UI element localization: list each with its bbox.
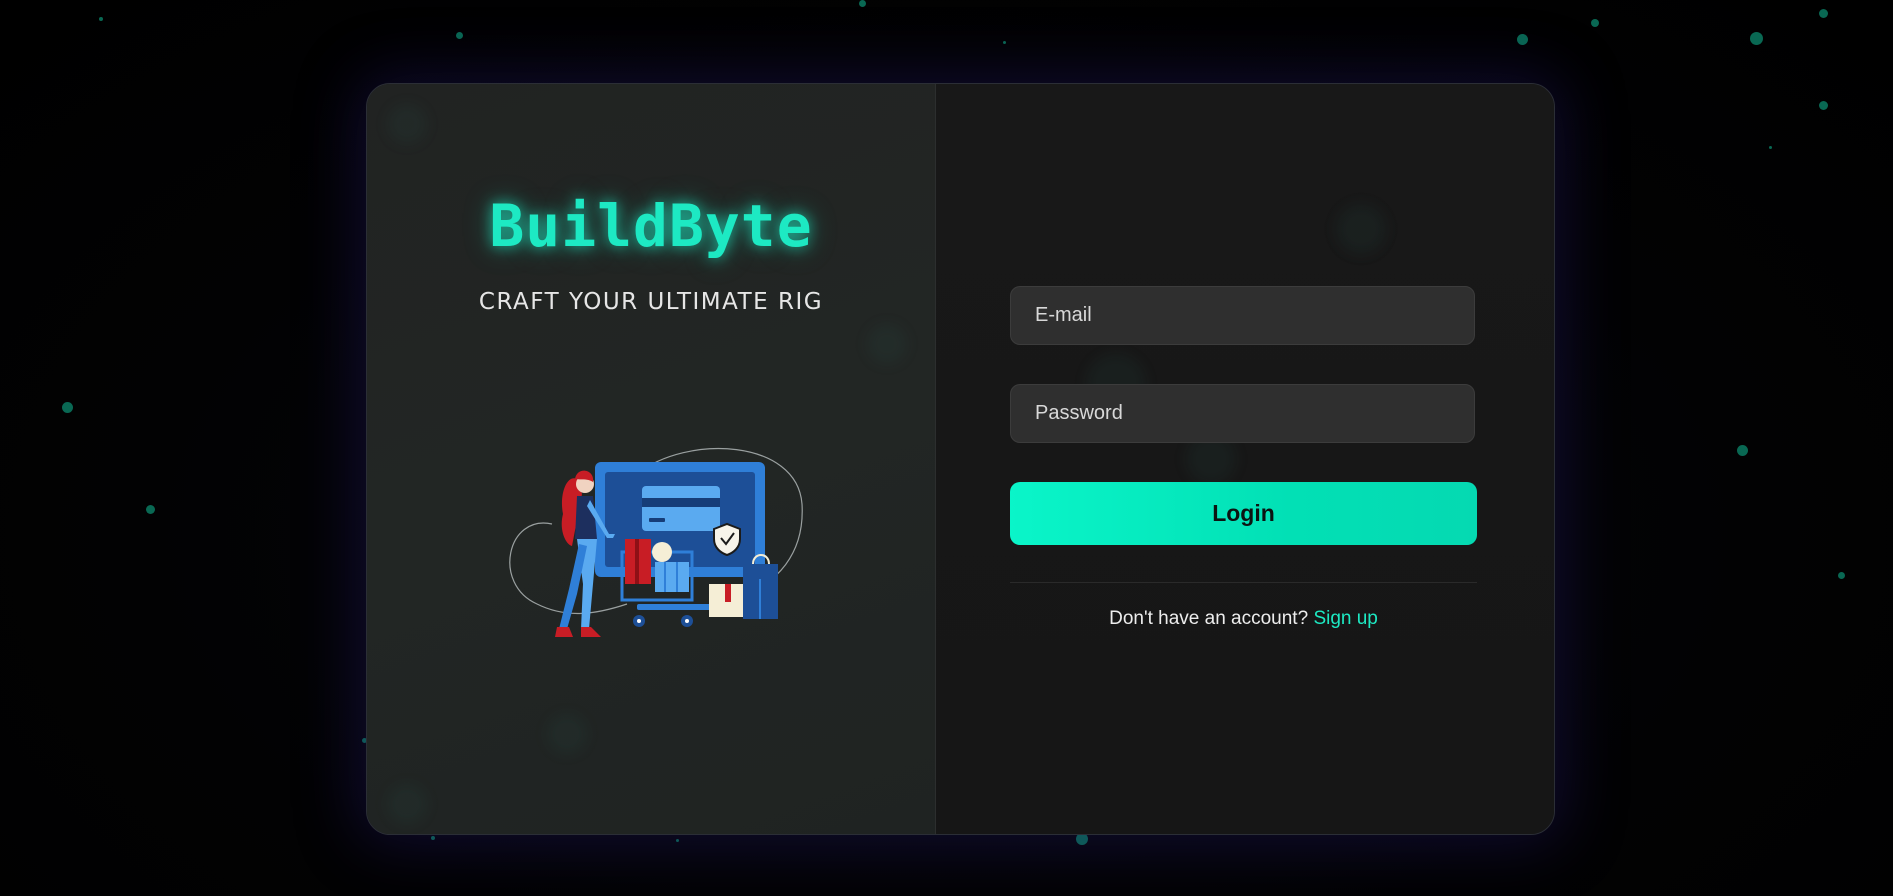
glow-blob (387, 784, 427, 824)
glow-blob (1336, 204, 1386, 254)
signup-prompt: Don't have an account? (1109, 608, 1314, 629)
password-field[interactable] (1010, 384, 1475, 443)
glow-blob (547, 714, 587, 754)
email-input[interactable] (1011, 287, 1474, 344)
particle (1591, 19, 1599, 27)
particle (1838, 572, 1845, 579)
brand-tagline: CRAFT YOUR ULTIMATE RIG (478, 289, 824, 315)
brand-logo-title: BuildByte (489, 192, 813, 260)
glow-blob (387, 104, 427, 144)
signup-link[interactable]: Sign up (1313, 608, 1377, 629)
particle (1517, 34, 1528, 45)
particle (859, 0, 866, 7)
particle (1769, 146, 1772, 149)
signup-row: Don't have an account? Sign up (1010, 608, 1477, 630)
login-card: BuildByte CRAFT YOUR ULTIMATE RIG E-mail… (366, 83, 1555, 835)
particle (146, 505, 155, 514)
particle (1750, 32, 1763, 45)
particle (676, 839, 679, 842)
form-panel (936, 84, 1554, 834)
glow-blob (867, 324, 907, 364)
page-background: BuildByte CRAFT YOUR ULTIMATE RIG E-mail… (0, 0, 1893, 896)
password-input[interactable] (1011, 385, 1474, 442)
particle (1819, 101, 1828, 110)
particle (456, 32, 463, 39)
particle (1003, 41, 1006, 44)
login-button[interactable]: Login (1010, 482, 1477, 545)
email-field[interactable] (1010, 286, 1475, 345)
brand-panel: BuildByte CRAFT YOUR ULTIMATE RIG (367, 84, 936, 834)
particle (1737, 445, 1748, 456)
divider (1010, 582, 1477, 583)
shopping-checkout-illustration (509, 447, 803, 637)
particle (1819, 9, 1828, 18)
particle (99, 17, 103, 21)
particle (431, 836, 435, 840)
particle (62, 402, 73, 413)
